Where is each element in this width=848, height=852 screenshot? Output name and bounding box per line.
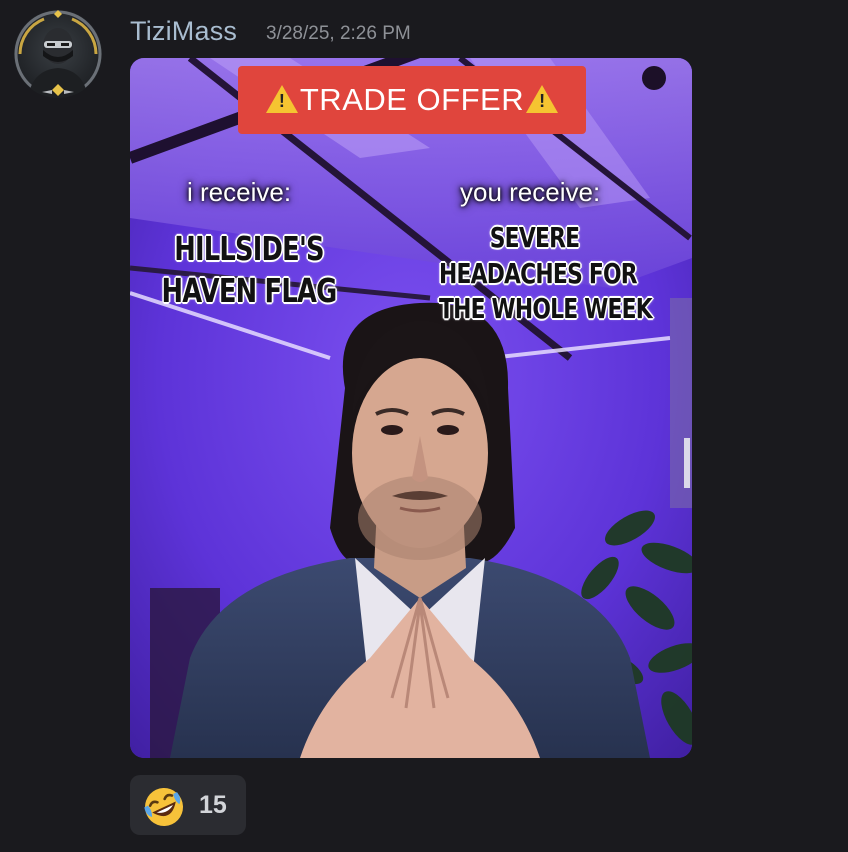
right-offer-text: SEVERE HEADACHES FOR THE WHOLE WEEK: [438, 220, 653, 327]
warning-icon: [526, 85, 559, 113]
left-offer-line: HAVEN FLAG: [161, 270, 338, 310]
meme-photo: [130, 58, 692, 758]
right-offer-line: SEVERE: [489, 221, 580, 254]
masked-ninja-avatar-icon: [14, 10, 102, 98]
reaction-count: 15: [199, 791, 227, 819]
trade-offer-banner: TRADE OFFER: [238, 66, 586, 134]
rolling-laughing-emoji-icon: [144, 788, 183, 826]
banner-text: TRADE OFFER: [299, 82, 525, 117]
left-receive-label: i receive:: [187, 177, 292, 207]
warning-icon: [265, 85, 298, 113]
author-name[interactable]: TiziMass: [130, 16, 237, 47]
chat-message: TiziMass 3/28/25, 2:26 PM ! TRADE OFFER …: [0, 0, 848, 852]
left-offer-text: HILLSIDE'S HAVEN FLAG: [159, 228, 338, 312]
right-offer-line: THE WHOLE WEEK: [438, 292, 653, 326]
right-receive-label: you receive:: [460, 177, 601, 207]
reaction-button[interactable]: 15: [130, 775, 246, 835]
user-avatar[interactable]: [14, 10, 102, 98]
image-attachment[interactable]: TRADE OFFER i receive: you receive: HILL…: [130, 58, 692, 758]
right-offer-line: HEADACHES FOR: [438, 256, 638, 290]
message-timestamp[interactable]: 3/28/25, 2:26 PM: [266, 23, 411, 45]
left-offer-line: HILLSIDE'S: [174, 229, 324, 268]
